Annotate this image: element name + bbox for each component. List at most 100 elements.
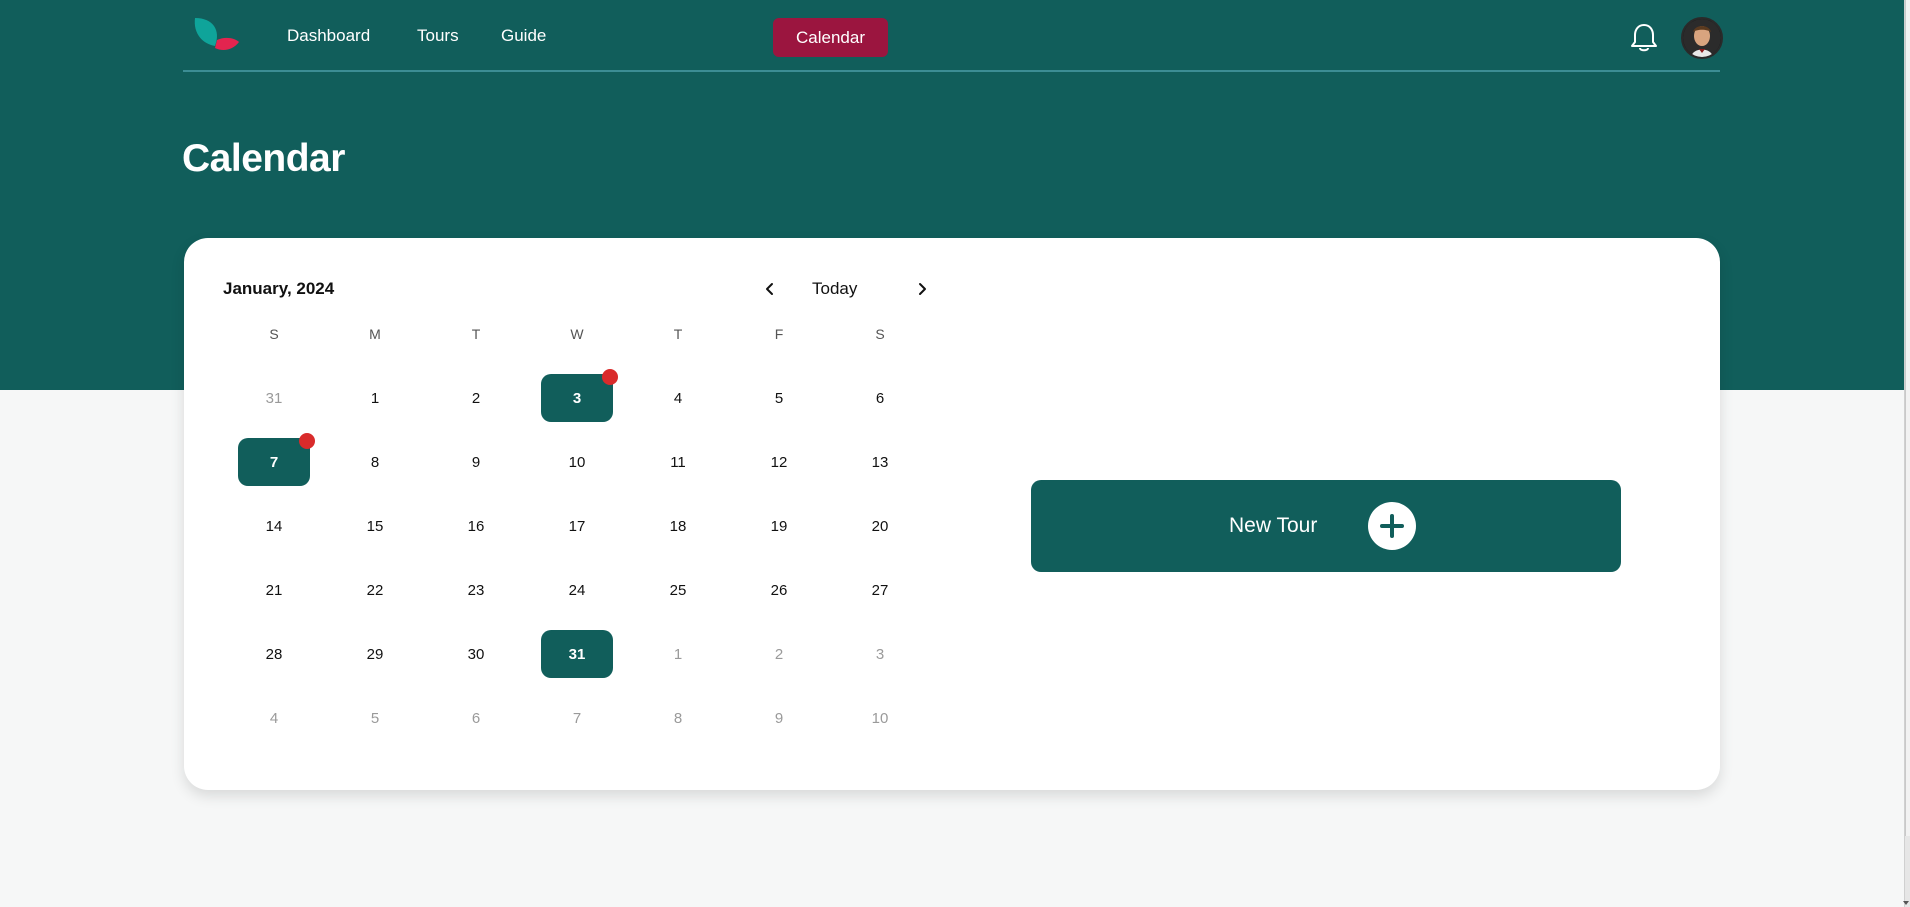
- day-number: 16: [467, 517, 485, 535]
- calendar-day[interactable]: 23: [440, 566, 512, 614]
- day-number: 4: [673, 389, 683, 407]
- calendar-day[interactable]: 11: [642, 438, 714, 486]
- user-avatar[interactable]: [1681, 17, 1723, 59]
- page: Dashboard Tours Guide Calendar Calendar …: [0, 0, 1910, 907]
- day-number: 20: [871, 517, 889, 535]
- day-number: 5: [370, 709, 380, 727]
- weekday-label: F: [774, 326, 784, 342]
- day-number: 31: [568, 645, 586, 663]
- day-number: 4: [269, 709, 279, 727]
- day-number: 23: [467, 581, 485, 599]
- calendar-day[interactable]: 1: [642, 630, 714, 678]
- event-indicator-dot: [602, 369, 618, 385]
- day-number: 18: [669, 517, 687, 535]
- weekday-label: S: [875, 326, 885, 342]
- day-number: 15: [366, 517, 384, 535]
- calendar-day[interactable]: 4: [238, 694, 310, 742]
- chevron-right-icon[interactable]: [912, 279, 932, 299]
- calendar-day[interactable]: 8: [339, 438, 411, 486]
- calendar-day[interactable]: 8: [642, 694, 714, 742]
- day-number: 10: [568, 453, 586, 471]
- calendar-day[interactable]: 16: [440, 502, 512, 550]
- day-number: 7: [572, 709, 582, 727]
- calendar-day[interactable]: 5: [339, 694, 411, 742]
- weekday-label: S: [269, 326, 279, 342]
- day-number: 6: [875, 389, 885, 407]
- calendar-day[interactable]: 31: [238, 374, 310, 422]
- calendar-day[interactable]: 15: [339, 502, 411, 550]
- weekday-label: T: [471, 326, 481, 342]
- day-number: 28: [265, 645, 283, 663]
- calendar-day[interactable]: 7: [541, 694, 613, 742]
- day-number: 30: [467, 645, 485, 663]
- day-number: 12: [770, 453, 788, 471]
- day-number: 7: [269, 453, 279, 471]
- calendar-day[interactable]: 18: [642, 502, 714, 550]
- calendar-day[interactable]: 25: [642, 566, 714, 614]
- day-number: 31: [265, 389, 283, 407]
- calendar-day-selected[interactable]: 31: [541, 630, 613, 678]
- day-number: 13: [871, 453, 889, 471]
- bell-icon[interactable]: [1629, 22, 1659, 54]
- calendar-day[interactable]: 9: [440, 438, 512, 486]
- calendar-day[interactable]: 6: [440, 694, 512, 742]
- calendar-day[interactable]: 5: [743, 374, 815, 422]
- day-number: 19: [770, 517, 788, 535]
- calendar-day[interactable]: 10: [541, 438, 613, 486]
- calendar-day[interactable]: 26: [743, 566, 815, 614]
- calendar-day[interactable]: 29: [339, 630, 411, 678]
- calendar-day[interactable]: 12: [743, 438, 815, 486]
- vertical-scrollbar[interactable]: [1903, 0, 1910, 907]
- day-number: 8: [673, 709, 683, 727]
- calendar-day-selected[interactable]: 3: [541, 369, 618, 422]
- today-button[interactable]: Today: [812, 279, 857, 299]
- chevron-left-icon[interactable]: [760, 279, 780, 299]
- calendar-day[interactable]: 14: [238, 502, 310, 550]
- calendar-day[interactable]: 9: [743, 694, 815, 742]
- calendar-day[interactable]: 10: [844, 694, 916, 742]
- day-number: 29: [366, 645, 384, 663]
- day-number: 9: [471, 453, 481, 471]
- nav-link-calendar[interactable]: Calendar: [773, 18, 888, 57]
- calendar-day[interactable]: 30: [440, 630, 512, 678]
- calendar-day[interactable]: 2: [743, 630, 815, 678]
- calendar-day[interactable]: 19: [743, 502, 815, 550]
- day-number: 2: [471, 389, 481, 407]
- day-number: 3: [875, 645, 885, 663]
- calendar-day[interactable]: 2: [440, 374, 512, 422]
- day-number: 9: [774, 709, 784, 727]
- calendar-day-selected[interactable]: 7: [238, 433, 315, 486]
- nav-link-tours[interactable]: Tours: [417, 26, 459, 46]
- day-number: 27: [871, 581, 889, 599]
- day-number: 1: [673, 645, 683, 663]
- calendar-day[interactable]: 21: [238, 566, 310, 614]
- calendar-day[interactable]: 13: [844, 438, 916, 486]
- day-number: 6: [471, 709, 481, 727]
- weekday-label: T: [673, 326, 683, 342]
- day-number: 24: [568, 581, 586, 599]
- leaf-logo-icon[interactable]: [191, 16, 241, 56]
- calendar-day[interactable]: 1: [339, 374, 411, 422]
- plus-circle-icon: [1368, 502, 1416, 550]
- calendar-day[interactable]: 28: [238, 630, 310, 678]
- calendar-day[interactable]: 24: [541, 566, 613, 614]
- day-number: 8: [370, 453, 380, 471]
- nav-link-guide[interactable]: Guide: [501, 26, 546, 46]
- calendar-day[interactable]: 27: [844, 566, 916, 614]
- day-number: 1: [370, 389, 380, 407]
- day-number: 21: [265, 581, 283, 599]
- calendar-day[interactable]: 6: [844, 374, 916, 422]
- day-number: 22: [366, 581, 384, 599]
- day-number: 10: [871, 709, 889, 727]
- page-title: Calendar: [182, 137, 345, 180]
- calendar-day[interactable]: 22: [339, 566, 411, 614]
- calendar-day[interactable]: 20: [844, 502, 916, 550]
- nav-link-dashboard[interactable]: Dashboard: [287, 26, 370, 46]
- month-label: January, 2024: [223, 279, 335, 298]
- new-tour-button[interactable]: New Tour: [1031, 480, 1621, 572]
- scroll-down-arrow-icon[interactable]: [1903, 901, 1909, 905]
- calendar-day[interactable]: 3: [844, 630, 916, 678]
- calendar-day[interactable]: 4: [642, 374, 714, 422]
- scrollbar-thumb[interactable]: [1905, 0, 1910, 836]
- calendar-day[interactable]: 17: [541, 502, 613, 550]
